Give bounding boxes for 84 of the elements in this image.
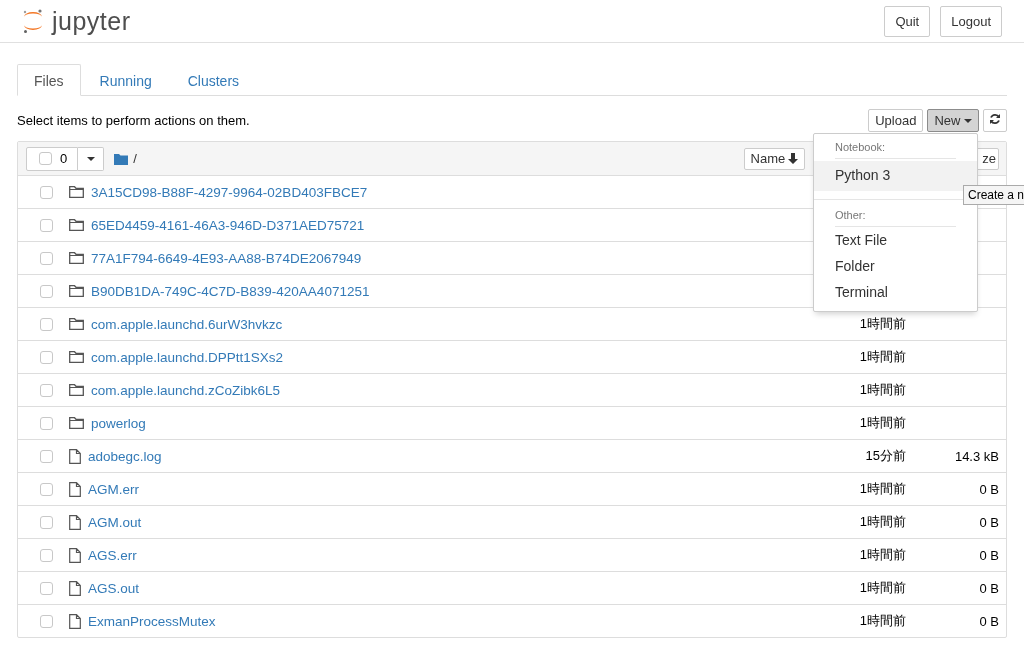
header-button[interactable]: Quit	[884, 5, 931, 37]
new-button[interactable]: New	[927, 108, 979, 132]
file-icon	[69, 514, 81, 530]
modified-text: 1時間前	[859, 612, 906, 630]
select-all-checkbox[interactable]	[39, 152, 52, 165]
upload-button[interactable]: Upload	[868, 108, 924, 132]
file-icon	[69, 481, 81, 497]
row-checkbox[interactable]	[40, 581, 53, 595]
row-checkbox[interactable]	[40, 185, 53, 199]
menu-item[interactable]: Terminal	[814, 279, 977, 305]
item-link[interactable]: com.apple.launchd.zCoZibk6L5	[91, 382, 281, 398]
modified-text: 1時間前	[859, 513, 906, 531]
item-link[interactable]: com.apple.launchd.6urW3hvkzc	[91, 316, 283, 332]
logo-icon	[22, 8, 44, 34]
folder-icon	[69, 417, 84, 429]
path-link[interactable]: /	[133, 151, 137, 166]
item-link[interactable]: 77A1F794-6649-4E93-AA88-B74DE2067949	[91, 250, 362, 266]
row-checkbox[interactable]	[40, 383, 53, 397]
menu-item[interactable]: Python 3	[814, 161, 977, 191]
size-text: 14.3 kB	[954, 448, 999, 464]
row-checkbox[interactable]	[40, 284, 53, 298]
file-icon	[69, 580, 81, 596]
item-link[interactable]: 65ED4459-4161-46A3-946D-D371AED75721	[91, 217, 365, 233]
refresh-button[interactable]	[983, 108, 1007, 132]
row-checkbox[interactable]	[40, 317, 53, 331]
size-text: 0 B	[979, 514, 999, 530]
file-icon	[69, 613, 81, 629]
folder-icon	[114, 152, 129, 165]
row-checkbox[interactable]	[40, 251, 53, 265]
size-text: 0 B	[979, 580, 999, 596]
item-link[interactable]: AGS.out	[88, 580, 140, 596]
hint-text: Select items to perform actions on them.	[17, 112, 250, 128]
row-checkbox[interactable]	[40, 614, 53, 628]
select-dropdown-button[interactable]	[78, 146, 105, 171]
tooltip: Create a n	[963, 185, 1024, 205]
header-button[interactable]: Logout	[940, 5, 1002, 37]
folder-icon	[69, 186, 84, 198]
row-checkbox[interactable]	[40, 416, 53, 430]
item-link[interactable]: powerlog	[91, 415, 146, 431]
menu-item[interactable]: Text File	[814, 227, 977, 253]
folder-icon	[69, 285, 84, 297]
item-link[interactable]: AGM.err	[88, 481, 139, 497]
menu-heading: Other:	[835, 205, 956, 227]
row-checkbox[interactable]	[40, 515, 53, 529]
size-text: 0 B	[979, 613, 999, 629]
row-checkbox[interactable]	[40, 482, 53, 496]
refresh-icon	[989, 112, 1001, 125]
size-text: 0 B	[979, 481, 999, 497]
folder-icon	[69, 318, 84, 330]
row-checkbox[interactable]	[40, 218, 53, 232]
row-checkbox[interactable]	[40, 350, 53, 364]
folder-icon	[69, 384, 84, 396]
modified-text: 1時間前	[859, 546, 906, 564]
item-link[interactable]: adobegc.log	[88, 448, 162, 464]
selected-count: 0	[60, 151, 68, 166]
modified-text: 1時間前	[859, 315, 906, 333]
item-link[interactable]: AGM.out	[88, 514, 142, 530]
file-icon	[69, 448, 81, 464]
modified-text: 1時間前	[859, 414, 906, 432]
menu-item[interactable]: Folder	[814, 253, 977, 279]
tab[interactable]: Files	[17, 64, 81, 96]
tab[interactable]: Clusters	[170, 64, 257, 96]
row-checkbox[interactable]	[40, 548, 53, 562]
modified-text: 1時間前	[859, 480, 906, 498]
item-link[interactable]: ExmanProcessMutex	[88, 613, 216, 629]
sort-name-button[interactable]: Name	[743, 147, 806, 170]
arrow-down-icon	[788, 153, 799, 164]
item-link[interactable]: AGS.err	[88, 547, 137, 563]
item-link[interactable]: 3A15CD98-B88F-4297-9964-02BD403FBCE7	[91, 184, 368, 200]
folder-icon	[69, 351, 84, 363]
size-text: 0 B	[979, 547, 999, 563]
item-link[interactable]: B90DB1DA-749C-4C7D-B839-420AA4071251	[91, 283, 370, 299]
folder-icon	[69, 219, 84, 231]
modified-text: 1時間前	[859, 579, 906, 597]
row-checkbox[interactable]	[40, 449, 53, 463]
file-icon	[69, 547, 81, 563]
tab[interactable]: Running	[82, 64, 169, 96]
folder-icon	[69, 252, 84, 264]
modified-text: 1時間前	[859, 348, 906, 366]
modified-text: 1時間前	[859, 381, 906, 399]
item-link[interactable]: com.apple.launchd.DPPtt1SXs2	[91, 349, 284, 365]
menu-heading: Notebook:	[835, 137, 956, 159]
logo-text: jupyter	[52, 6, 131, 36]
modified-text: 15分前	[865, 447, 906, 465]
